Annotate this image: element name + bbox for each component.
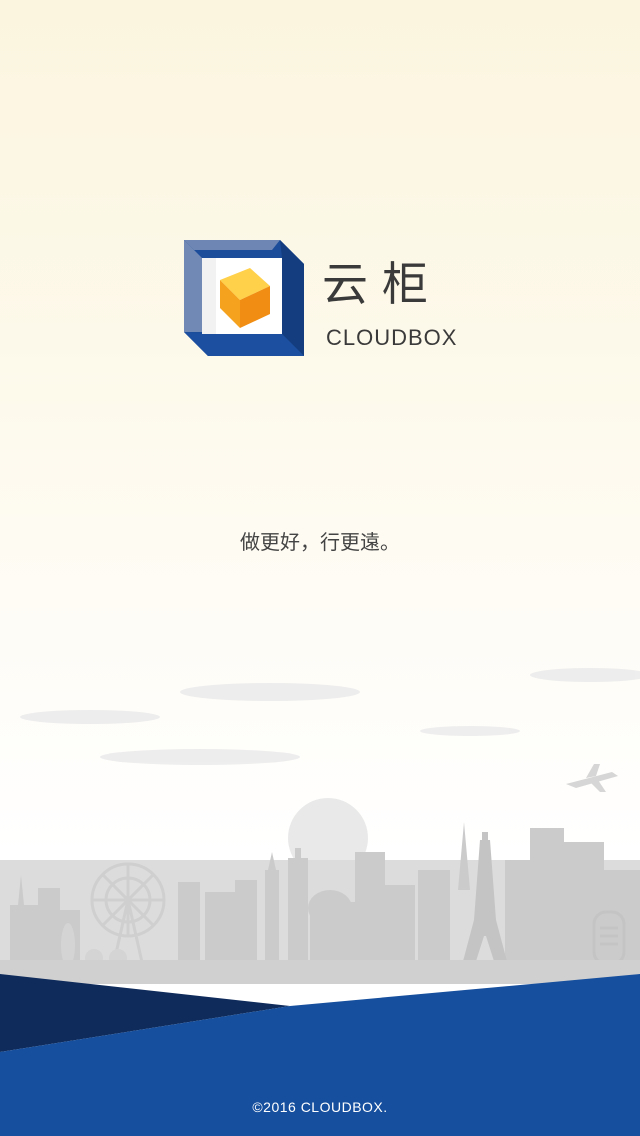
copyright-text: ©2016 CLOUDBOX. bbox=[252, 1099, 388, 1115]
cloudbox-logo-icon bbox=[184, 240, 304, 356]
brand-name-chinese: 云柜 bbox=[322, 257, 442, 311]
brand-name-english: CLOUDBOX bbox=[326, 325, 458, 350]
splash-screen: 云柜 CLOUDBOX 做更好，行更遠。 ©2016 CLOUDBOX. bbox=[0, 0, 640, 1136]
airplane-icon bbox=[566, 764, 618, 792]
clouds bbox=[20, 668, 640, 765]
city-skyline-illustration bbox=[0, 668, 640, 1136]
slogan-text: 做更好，行更遠。 bbox=[240, 530, 400, 554]
